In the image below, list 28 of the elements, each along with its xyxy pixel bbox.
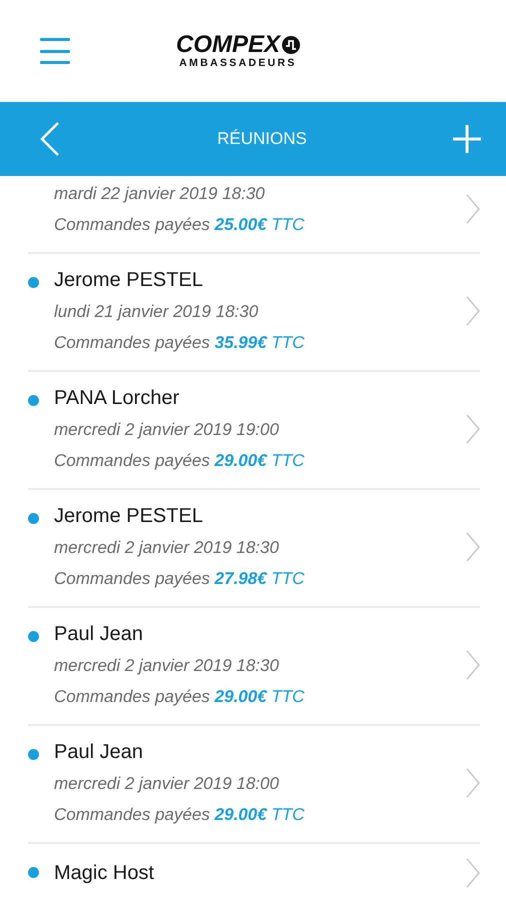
host-name: Paul Jean: [54, 740, 144, 764]
logo-wordmark: COMPEX: [176, 32, 280, 57]
meeting-row[interactable]: Jerome PESTEL mercredi 2 janvier 2019 18:30 Commandes payées 27.98€ TTC: [28, 490, 480, 608]
meeting-date: mercredi 2 janvier 2019 19:00: [54, 419, 280, 441]
meeting-date: mercredi 2 janvier 2019 18:30: [54, 655, 280, 677]
order-total: Commandes payées 29.00€ TTC: [54, 686, 306, 708]
order-total: Commandes payées 29.00€ TTC: [54, 450, 306, 472]
order-total: Commandes payées 35.99€ TTC: [54, 332, 306, 354]
host-name: Jerome PESTEL: [54, 268, 204, 292]
meeting-date: mercredi 2 janvier 2019 18:00: [54, 773, 280, 795]
meeting-row[interactable]: Paul Jean mercredi 2 janvier 2019 18:00 Commandes payées 29.00€ TTC: [28, 726, 480, 844]
meeting-row[interactable]: Paul Jean mercredi 2 janvier 2019 18:30 Commandes payées 29.00€ TTC: [28, 608, 480, 726]
order-total: Commandes payées 25.00€ TTC: [54, 214, 306, 236]
logo-tagline: AMBASSADEURS: [179, 58, 297, 70]
meeting-date: mardi 22 janvier 2019 18:30: [54, 183, 266, 205]
meeting-row[interactable]: PANA Lorcher mercredi 2 janvier 2019 19:00 Commandes payées 29.00€ TTC: [28, 372, 480, 490]
meeting-date: lundi 21 janvier 2019 18:30: [54, 301, 260, 323]
meeting-row[interactable]: Magic Host: [28, 844, 480, 900]
meeting-row[interactable]: mardi 22 janvier 2019 18:30 Commandes payées 25.00€ TTC: [28, 176, 480, 254]
meeting-date: mercredi 2 janvier 2019 18:30: [54, 537, 280, 559]
meeting-row[interactable]: Jerome PESTEL lundi 21 janvier 2019 18:30 Commandes payées 35.99€ TTC: [28, 254, 480, 372]
order-total: Commandes payées 27.98€ TTC: [54, 568, 306, 590]
host-name: Jerome PESTEL: [54, 504, 204, 528]
page-title: RÉUNIONS: [217, 129, 307, 149]
host-name: Paul Jean: [54, 622, 144, 646]
host-name: PANA Lorcher: [54, 386, 180, 410]
host-name: Magic Host: [54, 861, 156, 885]
order-total: Commandes payées 29.00€ TTC: [54, 804, 306, 826]
